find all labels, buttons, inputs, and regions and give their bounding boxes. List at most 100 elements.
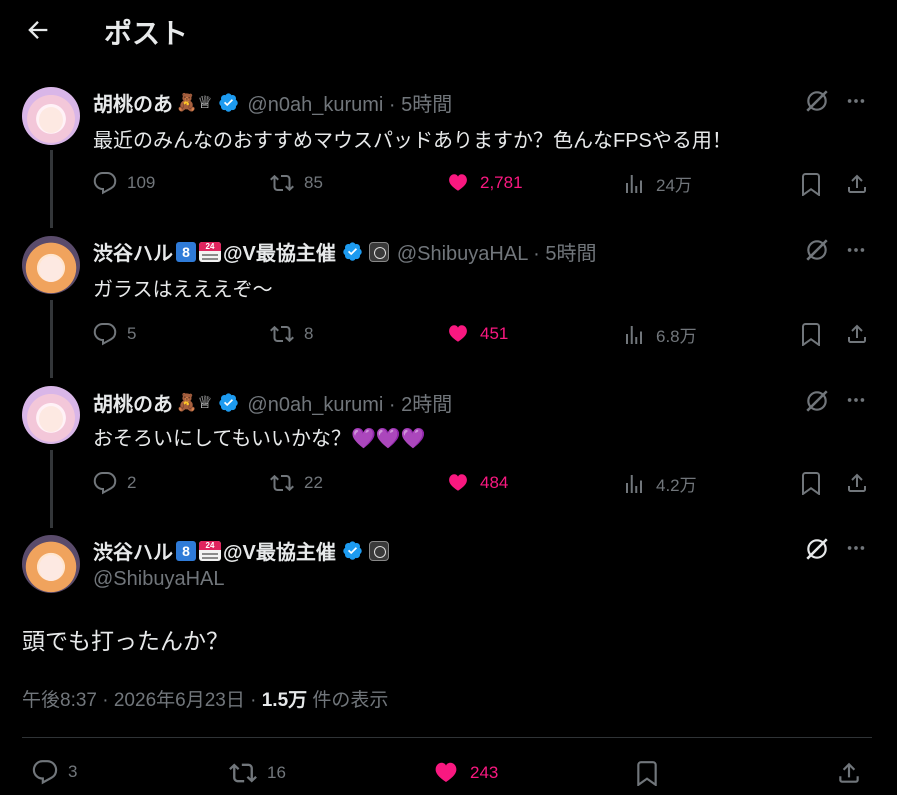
grok-icon[interactable] — [804, 237, 830, 263]
repost-icon — [270, 174, 294, 192]
view-count: 24万 — [656, 176, 692, 195]
post-header: 渋谷ハル 8 24 @V最協主催 — [93, 536, 389, 565]
divider — [22, 737, 872, 738]
name-emojis: 🧸♕ — [176, 92, 213, 112]
post-text: 最近のみんなのおすすめマウスパッドありますか？色んなFPSやる用！ — [93, 130, 732, 152]
affiliate-badge-icon[interactable] — [368, 540, 389, 561]
heart-icon — [449, 325, 467, 342]
views-chart-icon — [626, 174, 642, 193]
calendar-24-icon: 24 — [199, 241, 221, 262]
avatar[interactable] — [22, 236, 80, 294]
display-name[interactable]: 胡桃のあ — [93, 388, 173, 417]
affiliate-badge-icon[interactable] — [368, 241, 389, 262]
views-button[interactable]: 6.8万 — [622, 322, 697, 347]
views-button[interactable]: 4.2万 — [622, 471, 697, 496]
repost-button[interactable]: 16 — [229, 759, 286, 787]
share-icon[interactable] — [845, 322, 869, 346]
more-options-icon[interactable] — [845, 537, 867, 559]
reply-count: 109 — [127, 173, 156, 192]
bookmark-icon[interactable] — [799, 172, 823, 196]
main-post-text: 頭でも打ったんか？ — [22, 628, 229, 654]
bookmark-icon[interactable] — [634, 760, 660, 786]
more-options-icon[interactable] — [845, 90, 867, 112]
post-text: おそろいにしてもいいかな？💜💜💜 — [93, 428, 426, 450]
reply-count: 2 — [127, 473, 137, 492]
avatar[interactable] — [22, 535, 80, 593]
grok-icon[interactable] — [804, 388, 830, 414]
verified-badge-icon[interactable] — [218, 92, 239, 113]
avatar[interactable] — [22, 386, 80, 444]
display-name[interactable]: 胡桃のあ — [93, 88, 173, 117]
verified-badge-icon[interactable] — [342, 241, 363, 262]
like-button[interactable]: 243 — [432, 759, 498, 787]
verified-badge-icon[interactable] — [218, 392, 239, 413]
like-count: 2,781 — [480, 173, 523, 192]
repost-button[interactable]: 85 — [270, 171, 323, 195]
more-options-icon[interactable] — [845, 389, 867, 411]
handle-and-time[interactable]: @n0ah_kurumi · 5時間 — [247, 88, 452, 117]
grok-icon[interactable] — [804, 536, 830, 562]
display-name-suffix: @V最協主催 — [223, 243, 336, 265]
repost-count: 16 — [267, 763, 286, 782]
heart-icon — [449, 474, 467, 491]
views-button[interactable]: 24万 — [622, 171, 692, 196]
views-chart-icon — [626, 474, 642, 493]
display-name[interactable]: 渋谷ハル — [93, 536, 173, 565]
avatar[interactable] — [22, 87, 80, 145]
reply-icon — [32, 760, 58, 785]
views-chart-icon — [626, 325, 642, 344]
post-header: 胡桃のあ 🧸♕ @n0ah_kurumi · 5時間 — [93, 88, 452, 117]
like-button[interactable]: 451 — [446, 322, 508, 346]
like-button[interactable]: 484 — [446, 471, 508, 495]
number-badge: 8 — [176, 241, 196, 262]
post-header: 胡桃のあ 🧸♕ @n0ah_kurumi · 2時間 — [93, 388, 452, 417]
display-name[interactable]: 渋谷ハル — [93, 237, 173, 266]
repost-button[interactable]: 22 — [270, 471, 323, 495]
handle-and-time[interactable]: @n0ah_kurumi · 2時間 — [247, 388, 452, 417]
thread-line — [50, 300, 53, 378]
thread-line — [50, 150, 53, 228]
calendar-24-icon: 24 — [199, 540, 221, 561]
timestamp[interactable]: 午後8:37 · 2026年6月23日 · — [22, 690, 262, 711]
share-icon[interactable] — [845, 172, 869, 196]
bookmark-icon[interactable] — [799, 471, 823, 495]
repost-icon — [270, 325, 294, 343]
repost-count: 8 — [304, 324, 314, 343]
reply-count: 5 — [127, 324, 137, 343]
heart-icon — [449, 174, 467, 191]
more-options-icon[interactable] — [845, 239, 867, 261]
reply-button[interactable]: 5 — [93, 322, 136, 346]
bookmark-icon[interactable] — [799, 322, 823, 346]
page-title: ポスト — [104, 18, 189, 49]
share-icon[interactable] — [845, 471, 869, 495]
reply-icon — [93, 172, 117, 195]
repost-button[interactable]: 8 — [270, 322, 313, 346]
handle-and-time[interactable]: @ShibuyaHAL · 5時間 — [397, 237, 597, 266]
verified-badge-icon[interactable] — [342, 540, 363, 561]
views-count[interactable]: 1.5万 — [262, 690, 307, 711]
post-metadata: 午後8:37 · 2026年6月23日 · 1.5万 件の表示 — [22, 685, 388, 712]
grok-icon[interactable] — [804, 88, 830, 114]
repost-icon — [270, 474, 294, 492]
heart-icon — [435, 762, 457, 783]
repost-count: 22 — [304, 473, 323, 492]
view-count: 4.2万 — [656, 476, 697, 495]
thread-line — [50, 450, 53, 528]
reply-count: 3 — [68, 762, 78, 781]
post-header: 渋谷ハル 8 24 @V最協主催 @ShibuyaHAL · 5時間 — [93, 237, 596, 266]
repost-count: 85 — [304, 173, 323, 192]
handle[interactable]: @ShibuyaHAL — [93, 568, 224, 591]
number-badge: 8 — [176, 540, 196, 561]
reply-button[interactable]: 2 — [93, 471, 136, 495]
back-arrow-icon[interactable] — [24, 16, 52, 44]
reply-button[interactable]: 3 — [32, 759, 77, 785]
reply-button[interactable]: 109 — [93, 171, 155, 195]
like-count: 243 — [470, 763, 499, 782]
view-count: 6.8万 — [656, 327, 697, 346]
views-label: 件の表示 — [307, 690, 389, 711]
reply-icon — [93, 323, 117, 346]
like-button[interactable]: 2,781 — [446, 171, 523, 195]
post-text: ガラスはえええぞ〜 — [93, 279, 273, 301]
share-icon[interactable] — [836, 760, 862, 786]
repost-icon — [229, 763, 257, 783]
